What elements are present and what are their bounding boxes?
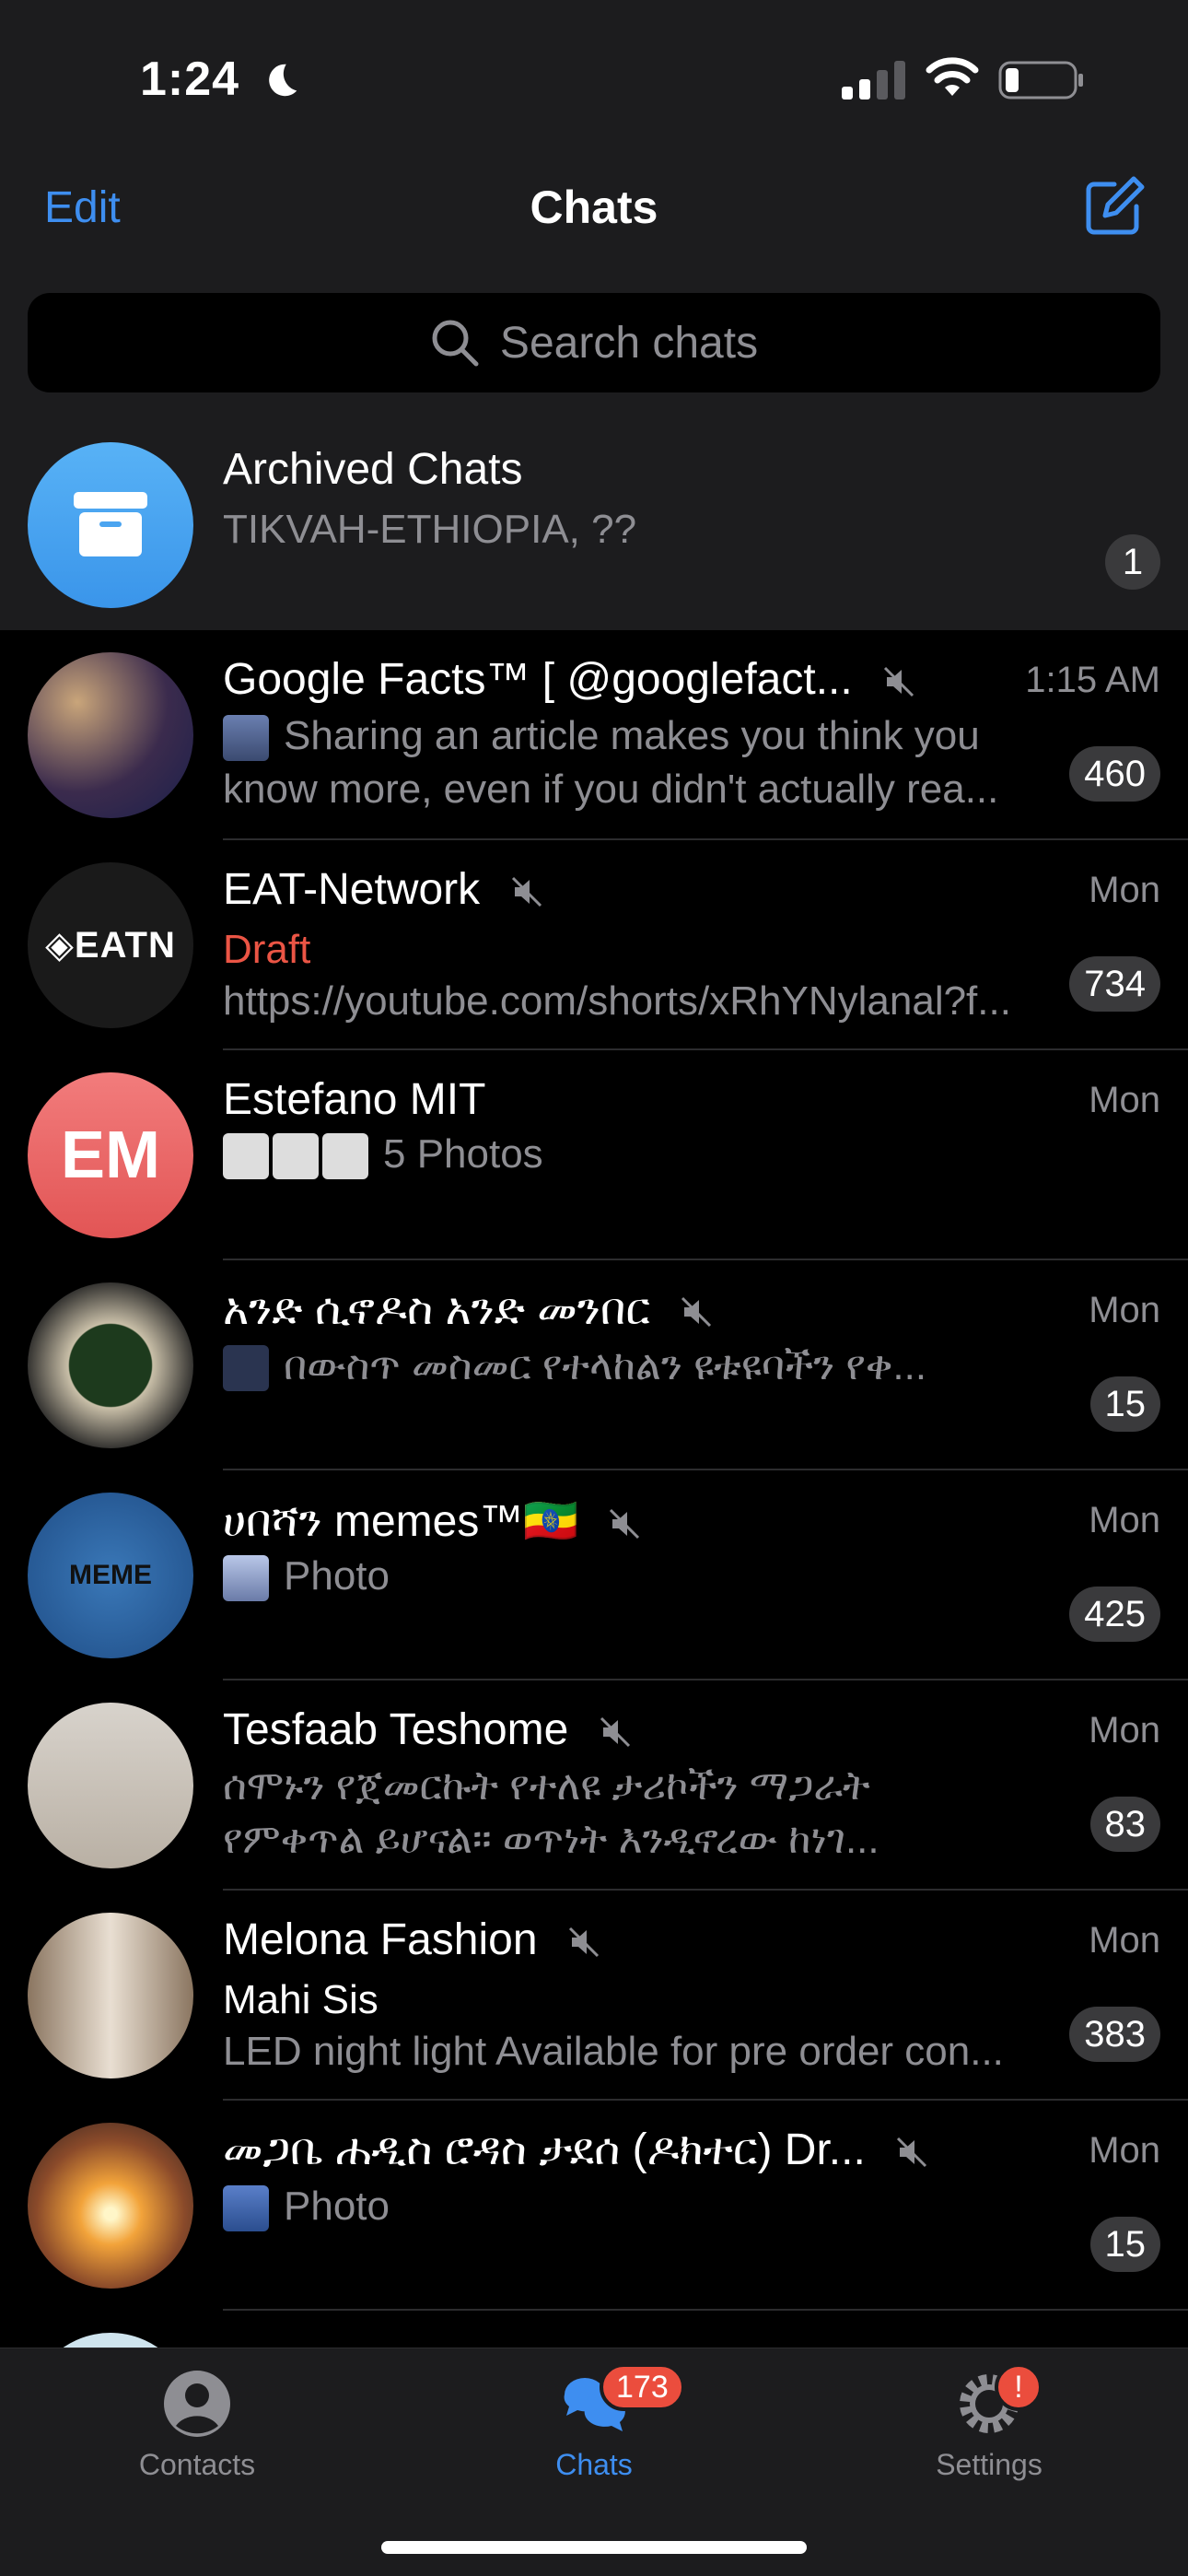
message-thumbnail [223,715,269,762]
archive-avatar [28,442,193,608]
chat-name: ሀበሻን memes™🇪🇹 [223,1497,579,1546]
avatar: ◈EATN [28,862,193,1028]
battery-icon [998,61,1083,100]
unread-count-badge: 173 [600,2363,685,2411]
archived-chats-row[interactable]: Archived Chats TIKVAH-ETHIOPIA, ?? 1 [0,420,1188,630]
chat-row-habeshan-memes[interactable]: MEME ሀበሻን memes™🇪🇹 Mon Photo 425 [0,1470,1188,1680]
archive-icon [74,492,147,556]
unread-badge: 15 [1089,1376,1160,1432]
home-indicator [381,2541,807,2554]
avatar [28,652,193,818]
compose-icon[interactable] [1083,175,1146,238]
chat-time: Mon [1089,1500,1160,1540]
page-title: Chats [530,181,658,233]
chat-preview: Sharing an article makes you think you [284,713,980,758]
muted-icon [511,877,542,907]
chat-preview: ሰሞኑን የጀመርኩት የተለዩ ታሪኮችን ማጋራት [223,1763,870,1809]
chat-preview: Photo [284,2184,390,2229]
chat-name: Tesfaab Teshome [223,1705,569,1754]
archived-badge: 1 [1105,534,1160,590]
chat-preview-line2: know more, even if you didn't actually r… [223,767,999,812]
chat-preview: 5 Photos [383,1131,543,1177]
photo-thumbnail [223,1555,269,1602]
photo-thumbnail [322,1133,368,1180]
tab-chats[interactable]: 173 Chats [502,2363,686,2482]
archived-subtitle: TIKVAH-ETHIOPIA, ?? [223,507,637,552]
chat-name: መጋቤ ሐዲስ ሮዳስ ታደሰ (ዶክተር) Dr... [223,2125,866,2174]
avatar-initials: EM [61,1118,160,1192]
chat-time: 1:15 AM [1025,660,1160,700]
avatar: MEME [28,1493,193,1658]
muted-icon [600,1717,630,1748]
unread-badge: 83 [1089,1797,1160,1852]
avatar [28,2123,193,2289]
avatar [28,2333,193,2348]
avatar [28,1282,193,1448]
chat-time: Mon [1089,2130,1160,2171]
chat-name: Melona Fashion [223,1915,538,1964]
avatar [28,1913,193,2078]
message-thumbnail [223,1345,269,1392]
person-icon [164,2371,230,2437]
photo-thumbnail [223,2185,269,2232]
chat-name: Estefano MIT [223,1075,486,1124]
chat-preview: Photo [284,1553,390,1598]
chat-row-google-facts[interactable]: Google Facts™ [ @googlefact... 1:15 AM S… [0,630,1188,840]
chat-row-rodas-tadesse[interactable]: መጋቤ ሐዲስ ሮዳስ ታደሰ (ዶክተር) Dr... Mon Photo 1… [0,2101,1188,2311]
chat-row-melona-fashion[interactable]: Melona Fashion Mon Mahi Sis LED night li… [0,1891,1188,2101]
chat-time: Mon [1089,870,1160,910]
tab-label: Settings [936,2448,1042,2481]
chat-time: Mon [1089,1920,1160,1961]
muted-icon [610,1509,640,1540]
unread-badge: 383 [1069,2007,1160,2062]
chat-row-eat-network[interactable]: ◈EATN EAT-Network Mon Draft https://yout… [0,840,1188,1050]
unread-badge: 425 [1069,1587,1160,1642]
unread-badge: 15 [1089,2217,1160,2272]
unread-badge: 734 [1069,956,1160,1012]
photo-thumbnail [223,1133,269,1180]
tab-label: Contacts [138,2448,256,2481]
chat-name: አንድ ሲኖዶስ አንድ መንበር [223,1285,650,1334]
tab-label: Chats [555,2448,633,2481]
chat-time: Mon [1089,1080,1160,1120]
chat-preview-line2: የምቀጥል ይሆናል። ወጥነት እንዲኖረው ከነገ... [223,1817,879,1862]
chat-preview: በውስጥ መስመር የተላከልን ዩቱዩባችን የቀ... [284,1343,927,1388]
chat-preview: LED night light Available for pre order … [223,2029,1004,2074]
moon-icon [269,64,297,97]
chat-name: EAT-Network [223,865,481,914]
chat-row-tesfaab-teshome[interactable]: Tesfaab Teshome Mon ሰሞኑን የጀመርኩት የተለዩ ታሪኮ… [0,1680,1188,1891]
status-time: 1:24 [140,53,240,106]
unread-badge: 460 [1069,746,1160,802]
alert-badge: ! [995,2363,1042,2411]
avatar [28,1703,193,1868]
tab-contacts[interactable]: Contacts [105,2367,289,2482]
chat-row-partial[interactable] [0,2311,1188,2348]
sender-name: Mahi Sis [223,1977,379,2022]
tab-settings[interactable]: ! Settings [897,2363,1081,2482]
archived-title: Archived Chats [223,445,523,494]
avatar: EM [28,1072,193,1238]
muted-icon [884,667,914,697]
muted-icon [681,1297,712,1328]
search-input[interactable]: Search chats [28,293,1160,392]
chat-time: Mon [1089,1710,1160,1751]
signal-icon [842,61,905,100]
search-placeholder: Search chats [499,318,759,368]
chat-row-synod[interactable]: አንድ ሲኖዶስ አንድ መንበር Mon በውስጥ መስመር የተላከልን ዩ… [0,1260,1188,1470]
search-icon [432,320,479,367]
chat-preview: https://youtube.com/shorts/xRhYNylanal?f… [223,978,1011,1024]
photo-thumbnail [273,1133,319,1180]
chat-name: Google Facts™ [ @googlefact... [223,655,853,704]
chat-time: Mon [1089,1290,1160,1330]
header: 1:24 Edit Chats Search chats [0,0,1188,420]
muted-icon [568,1927,599,1958]
muted-icon [897,2137,927,2168]
wifi-icon [926,57,979,96]
draft-label: Draft [223,927,311,972]
chat-row-estefano-mit[interactable]: EM Estefano MIT Mon 5 Photos [0,1050,1188,1260]
